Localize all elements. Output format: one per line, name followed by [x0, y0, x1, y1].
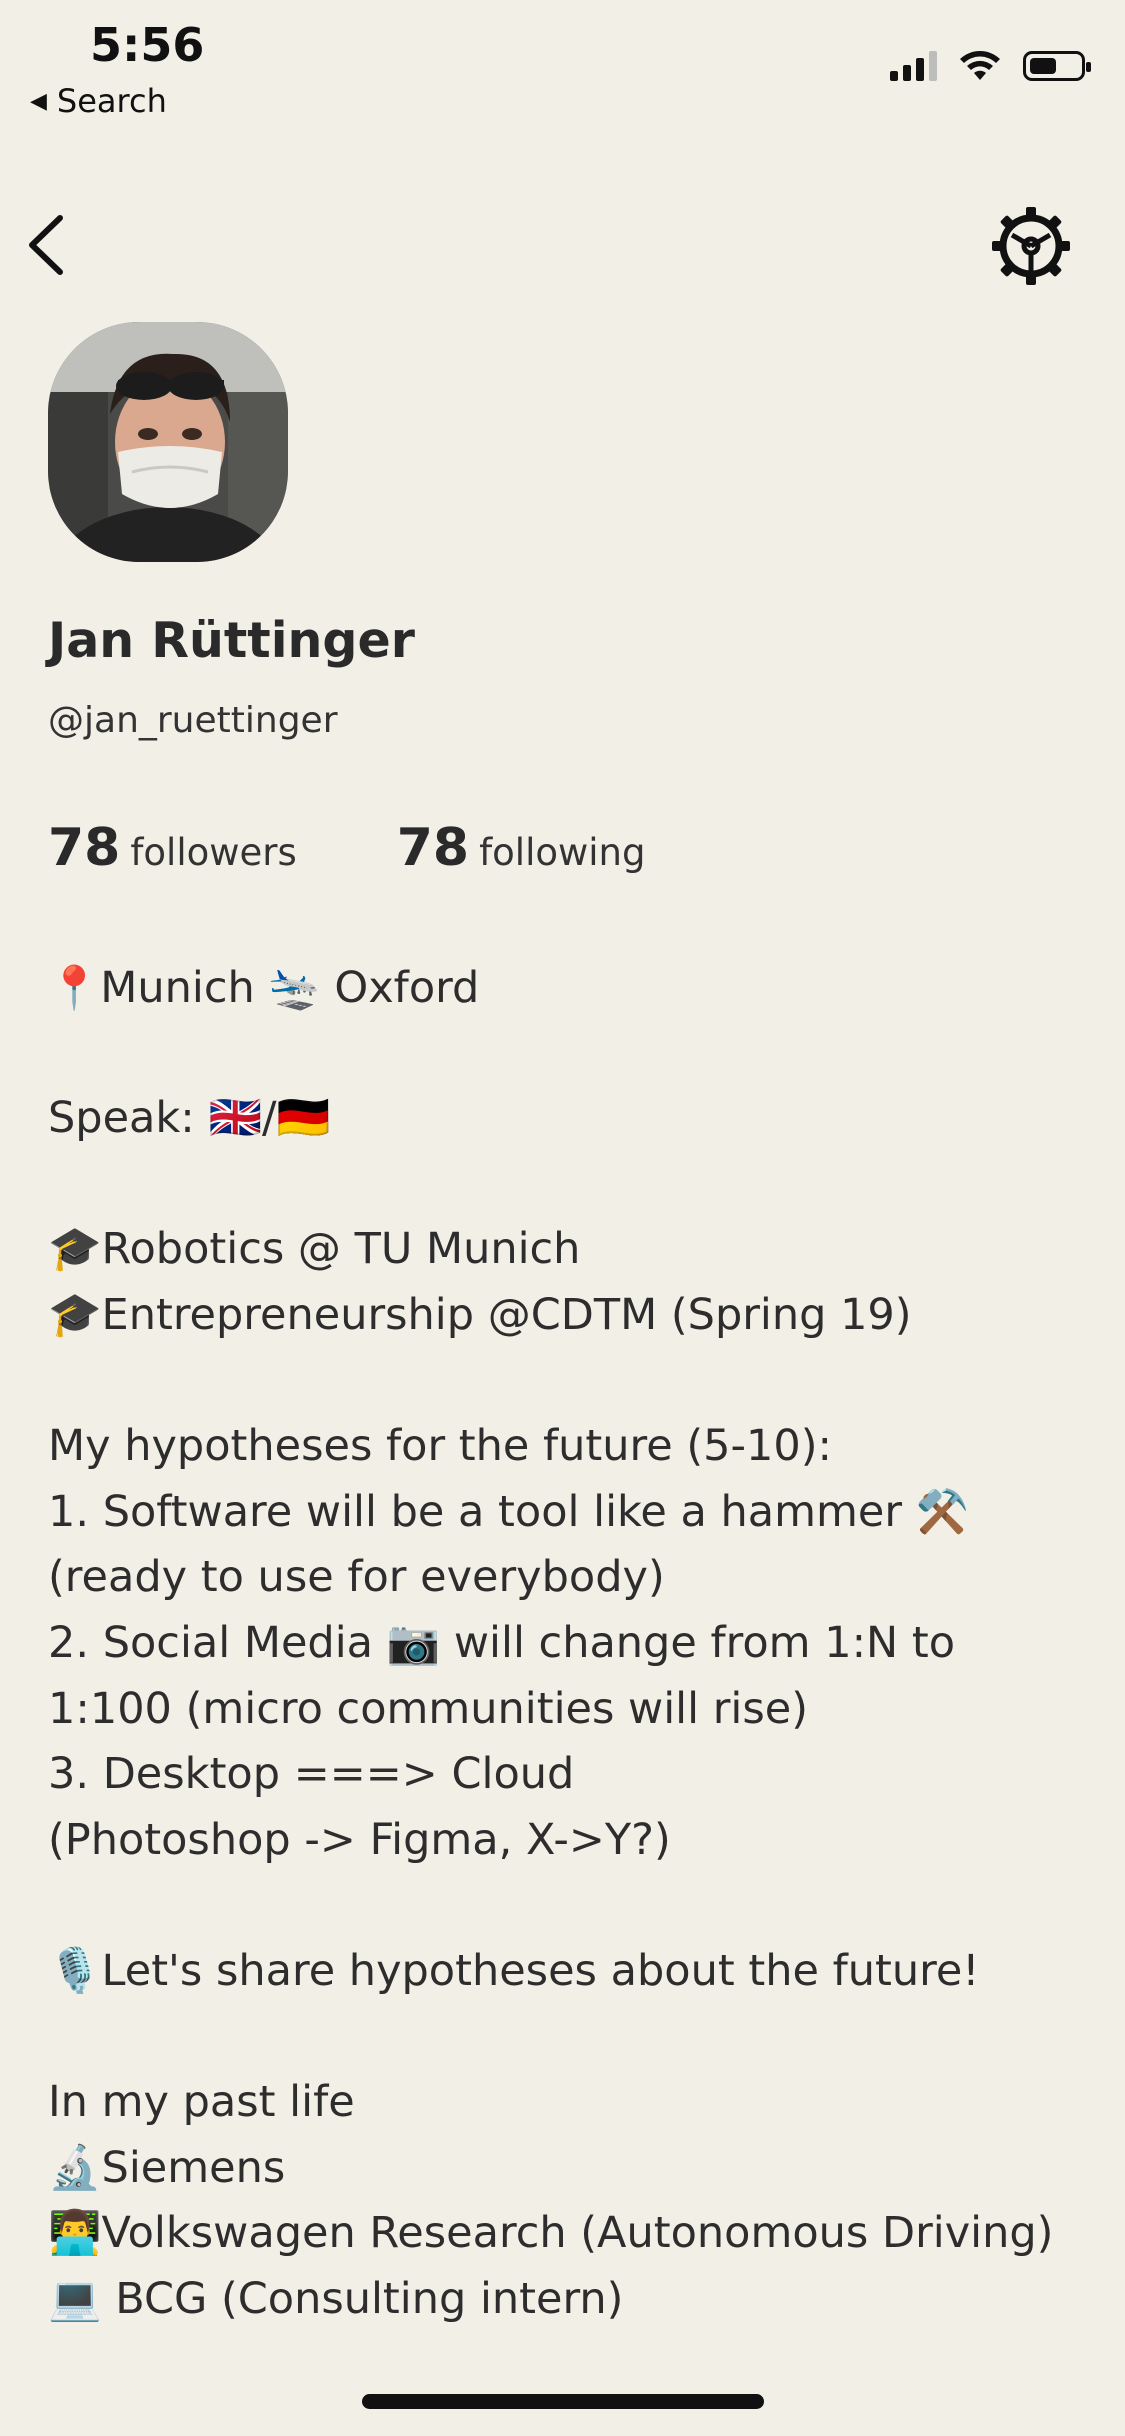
- following-count: 78: [396, 818, 470, 878]
- bio-hypotheses-title: My hypotheses for the future (5-10):: [48, 1421, 833, 1472]
- bio-hypothesis-2a: 2. Social Media 📷 will change from 1:N t…: [48, 1617, 956, 1668]
- bio-past-2: 👨‍💻Volkswagen Research (Autonomous Drivi…: [48, 2208, 1054, 2259]
- back-app-label: Search: [56, 82, 167, 120]
- wifi-icon: [960, 51, 1000, 80]
- bio-hypothesis-2b: 1:100 (micro communities will rise): [48, 1683, 808, 1734]
- back-button[interactable]: [20, 212, 76, 278]
- profile-avatar[interactable]: [48, 322, 288, 562]
- gear-icon: [992, 207, 1070, 285]
- home-indicator[interactable]: [362, 2394, 764, 2409]
- bio-location-from: Munich: [100, 963, 255, 1013]
- following-link[interactable]: 78 following: [397, 818, 646, 878]
- cellular-signal-icon: [890, 51, 937, 81]
- bio-location-line: 📍Munich 🛬 Oxford: [48, 955, 1088, 1021]
- profile-stats: 78 followers 78 following: [48, 818, 645, 878]
- back-triangle-icon: ◀: [30, 88, 47, 114]
- bio-hypothesis-1a: 1. Software will be a tool like a hammer…: [48, 1486, 970, 1537]
- battery-icon: [1023, 51, 1091, 81]
- bio-past-title: In my past life: [48, 2077, 355, 2128]
- status-icons: [890, 50, 1091, 82]
- status-time: 5:56: [90, 18, 205, 72]
- bio-hypothesis-3a: 3. Desktop ===> Cloud: [48, 1749, 575, 1800]
- bio-share: 🎙️Let's share hypotheses about the futur…: [48, 1945, 980, 1996]
- bio-edu-2: 🎓Entrepreneurship @CDTM (Spring 19): [48, 1289, 912, 1340]
- followers-link[interactable]: 78 followers: [48, 818, 297, 878]
- bio-hypothesis-3b: (Photoshop -> Figma, X->Y?): [48, 1814, 671, 1865]
- following-label: following: [479, 831, 646, 874]
- bio-speak: Speak: 🇬🇧/🇩🇪: [48, 1093, 331, 1144]
- status-bar: 5:56 ◀ Search: [0, 0, 1125, 130]
- avatar-photo: [48, 322, 288, 562]
- bio-hypothesis-1b: (ready to use for everybody): [48, 1552, 665, 1603]
- settings-button[interactable]: [990, 205, 1072, 287]
- profile-handle: @jan_ruettinger: [48, 700, 338, 741]
- bio-past-3: 💻 BCG (Consulting intern): [48, 2273, 624, 2324]
- bio-edu-1: 🎓Robotics @ TU Munich: [48, 1224, 581, 1275]
- followers-count: 78: [48, 818, 121, 878]
- pin-icon: 📍: [48, 963, 101, 1012]
- chevron-left-icon: [29, 215, 63, 275]
- profile-bio: 📍Munich 🛬 Oxford Speak: 🇬🇧/🇩🇪 🎓Robotics …: [48, 955, 1088, 2332]
- back-to-search-link[interactable]: ◀ Search: [30, 82, 167, 120]
- battery-level-fill: [1030, 58, 1056, 74]
- profile-name: Jan Rüttinger: [48, 612, 415, 669]
- followers-label: followers: [130, 831, 297, 874]
- plane-icon: 🛬: [268, 963, 321, 1012]
- bio-past-1: 🔬Siemens: [48, 2142, 286, 2193]
- bio-location-to: Oxford: [334, 963, 480, 1013]
